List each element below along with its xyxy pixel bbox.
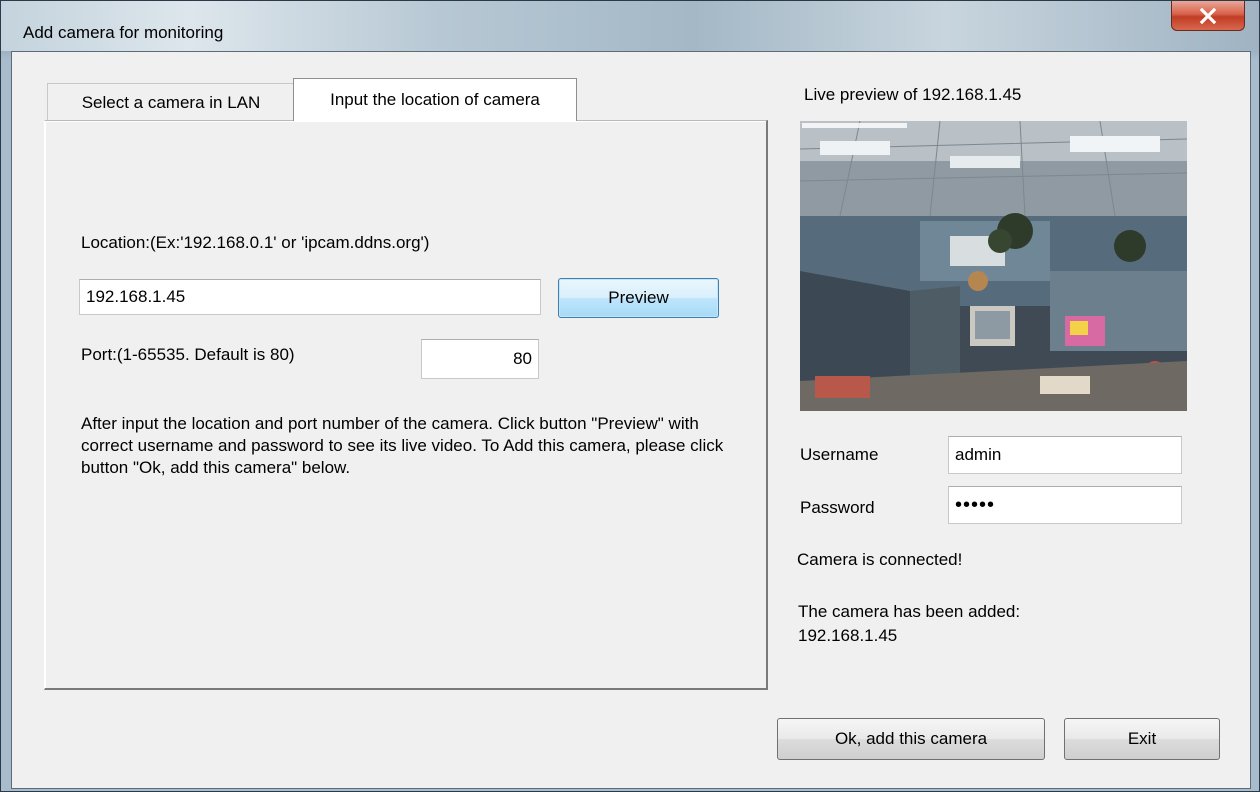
username-label: Username — [800, 445, 879, 464]
instructions-text: After input the location and port number… — [81, 414, 724, 477]
close-icon — [1199, 7, 1217, 24]
live-preview-image — [800, 121, 1187, 411]
dialog-client-area: Select a camera in LAN Input the locatio… — [11, 51, 1251, 789]
live-preview-title: Live preview of 192.168.1.45 — [804, 85, 1022, 104]
tab-input-location[interactable]: Input the location of camera — [293, 78, 577, 121]
title-bar[interactable]: Add camera for monitoring — [1, 1, 1259, 51]
tab-label: Input the location of camera — [330, 90, 540, 109]
tab-select-camera-in-lan[interactable]: Select a camera in LAN — [47, 83, 295, 121]
tab-label: Select a camera in LAN — [81, 92, 261, 112]
port-value: 80 — [513, 349, 532, 368]
port-input[interactable]: 80 — [421, 339, 539, 379]
added-status-line2: 192.168.1.45 — [798, 626, 898, 645]
password-value: ••••• — [955, 493, 996, 516]
location-input[interactable]: 192.168.1.45 — [79, 279, 541, 315]
location-label: Location:(Ex:'192.168.0.1' or 'ipcam.ddn… — [81, 233, 430, 252]
username-value: admin — [955, 445, 1002, 464]
window-title: Add camera for monitoring — [23, 23, 224, 42]
ok-add-camera-button[interactable]: Ok, add this camera — [777, 718, 1045, 760]
location-value: 192.168.1.45 — [86, 287, 186, 306]
exit-button-label: Exit — [1127, 729, 1157, 748]
preview-button[interactable]: Preview — [558, 278, 719, 318]
username-input[interactable]: admin — [948, 436, 1182, 474]
close-button[interactable] — [1171, 1, 1245, 31]
dialog-window: Add camera for monitoring Select a camer… — [0, 0, 1260, 792]
connection-status: Camera is connected! — [797, 550, 963, 569]
password-label: Password — [800, 498, 875, 517]
exit-button[interactable]: Exit — [1064, 718, 1220, 760]
added-status-line1: The camera has been added: — [798, 602, 1021, 621]
ok-button-label: Ok, add this camera — [834, 729, 988, 748]
port-label: Port:(1-65535. Default is 80) — [81, 345, 295, 364]
password-input[interactable]: ••••• — [948, 486, 1182, 524]
preview-button-label: Preview — [608, 288, 669, 307]
tab-panel-input-location: Location:(Ex:'192.168.0.1' or 'ipcam.ddn… — [44, 120, 768, 690]
